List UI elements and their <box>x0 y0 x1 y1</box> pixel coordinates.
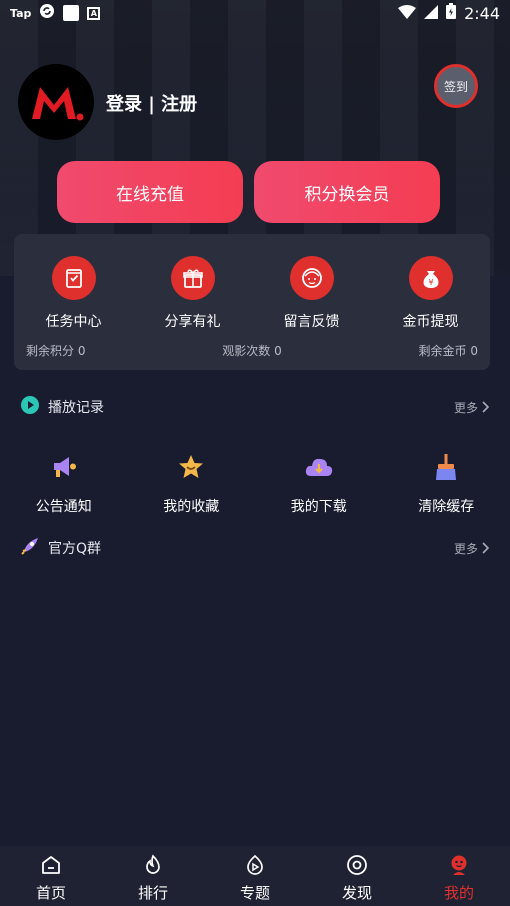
tab-profile[interactable]: 我的 <box>408 846 510 906</box>
play-history-row[interactable]: 播放记录 更多 <box>20 395 490 419</box>
recharge-button[interactable]: 在线充值 <box>57 161 243 223</box>
more-label: 更多 <box>453 541 478 556</box>
qq-group-more-link[interactable]: 更多 <box>454 540 490 557</box>
tool-announcements[interactable]: 公告通知 <box>0 452 128 522</box>
menu-item-label: 任务中心 <box>45 314 102 330</box>
tab-label: 首页 <box>35 884 66 902</box>
tab-home[interactable]: 首页 <box>0 846 102 906</box>
play-history-more-link[interactable]: 更多 <box>454 399 490 416</box>
status-bar: Tap A 2:44 <box>0 0 510 26</box>
bottom-tab-bar: 首页 排行 专题 发现 我的 <box>0 846 510 906</box>
home-icon <box>40 854 62 880</box>
redeem-vip-button[interactable]: 积分换会员 <box>254 161 440 223</box>
sync-icon <box>39 3 55 23</box>
tool-downloads[interactable]: 我的下载 <box>255 452 383 522</box>
tool-label: 我的收藏 <box>163 499 220 515</box>
play-history-title: 播放记录 <box>48 400 104 416</box>
moneybag-icon: ¥ <box>408 256 453 300</box>
menu-item-coin-withdraw[interactable]: ¥ 金币提现 <box>371 234 490 334</box>
a-badge-icon: A <box>87 6 101 20</box>
feedback-icon <box>289 256 334 300</box>
tab-topics[interactable]: 专题 <box>204 846 306 906</box>
menu-item-feedback[interactable]: 留言反馈 <box>252 234 371 334</box>
status-app-label: Tap <box>10 6 32 20</box>
qq-group-title: 官方Q群 <box>48 541 102 557</box>
qq-group-row[interactable]: 官方Q群 更多 <box>20 536 490 560</box>
menu-item-label: 留言反馈 <box>283 314 340 330</box>
tab-label: 排行 <box>137 884 168 902</box>
login-register-link[interactable]: 登录 | 注册 <box>106 90 197 116</box>
broom-icon <box>431 452 461 486</box>
tool-label: 清除缓存 <box>418 499 475 515</box>
avatar[interactable] <box>18 64 94 140</box>
remaining-points: 剩余积分 0 <box>26 344 86 358</box>
cloud-download-icon <box>303 452 335 486</box>
rocket-icon <box>20 536 40 560</box>
clock-time: 2:44 <box>464 3 500 23</box>
profile-icon <box>448 854 470 880</box>
tool-clear-cache[interactable]: 清除缓存 <box>383 452 510 522</box>
menu-item-task-center[interactable]: 任务中心 <box>14 234 133 334</box>
menu-item-label: 分享有礼 <box>164 314 221 330</box>
task-icon <box>51 256 96 300</box>
tool-label: 公告通知 <box>35 499 92 515</box>
gift-icon <box>170 256 215 300</box>
tools-grid: 公告通知 我的收藏 我的下载 清除缓存 <box>0 452 510 522</box>
chevron-right-icon <box>482 401 490 413</box>
star-icon <box>176 452 206 486</box>
megaphone-icon <box>49 452 79 486</box>
tab-label: 我的 <box>443 884 474 902</box>
tab-label: 专题 <box>239 884 270 902</box>
flame-icon <box>142 854 164 880</box>
discover-icon <box>346 854 368 880</box>
checkin-button[interactable]: 签到 <box>434 64 478 108</box>
signal-icon <box>424 4 439 23</box>
more-label: 更多 <box>453 400 478 415</box>
tool-label: 我的下载 <box>290 499 347 515</box>
tab-label: 发现 <box>341 884 372 902</box>
tab-ranking[interactable]: 排行 <box>102 846 204 906</box>
menu-item-share-gift[interactable]: 分享有礼 <box>133 234 252 334</box>
brand-logo-icon <box>32 87 84 121</box>
play-topic-icon <box>244 854 266 880</box>
battery-icon <box>446 3 457 23</box>
play-circle-icon <box>20 395 40 419</box>
tool-favorites[interactable]: 我的收藏 <box>128 452 256 522</box>
menu-item-label: 金币提现 <box>402 314 459 330</box>
tab-discover[interactable]: 发现 <box>306 846 408 906</box>
stats-row: 剩余积分 0 观影次数 0 剩余金币 0 <box>26 342 478 359</box>
user-menu-card: 任务中心 分享有礼 留言反馈 ¥ 金币提现 剩余积分 0 观影次数 0 剩余金币… <box>14 234 490 370</box>
svg-text:¥: ¥ <box>428 278 433 287</box>
notification-square-icon <box>63 5 80 21</box>
remaining-coins: 剩余金币 0 <box>418 344 478 358</box>
chevron-right-icon <box>482 542 490 554</box>
wifi-icon <box>398 4 417 23</box>
view-count: 观影次数 0 <box>222 344 282 358</box>
